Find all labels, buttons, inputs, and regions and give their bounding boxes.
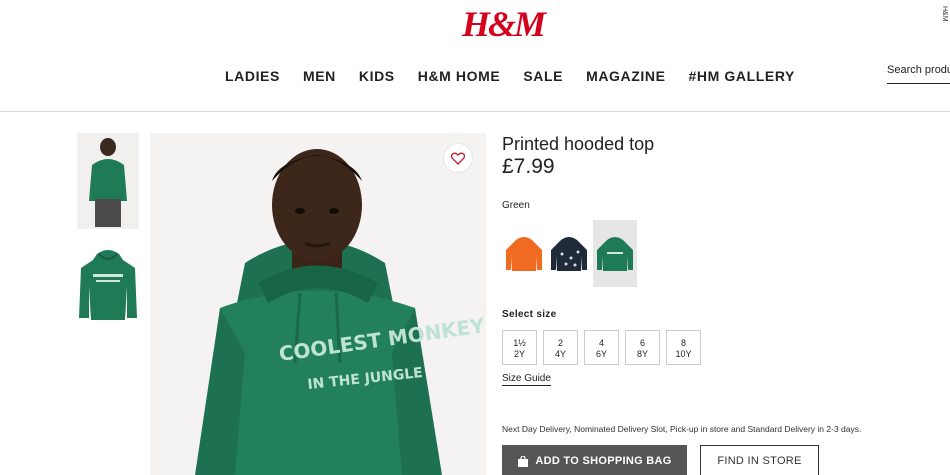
size-years-value: 10Y xyxy=(675,349,692,359)
favorite-button[interactable] xyxy=(443,143,473,173)
nav-ladies[interactable]: LADIES xyxy=(225,68,280,84)
swatch-navy[interactable] xyxy=(547,220,591,287)
header-divider xyxy=(0,111,950,112)
size-years-value: 4Y xyxy=(554,349,566,359)
size-years-value: 6Y xyxy=(595,349,607,359)
nav-men[interactable]: MEN xyxy=(303,68,336,84)
select-size-label: Select size xyxy=(502,309,557,320)
swatch-green-selected[interactable] xyxy=(593,220,637,287)
green-hoodie-swatch-image xyxy=(597,237,633,271)
model-photo: COOLEST MONKEY IN THE JUNGLE xyxy=(150,133,486,475)
nav-hm-home[interactable]: H&M HOME xyxy=(418,68,501,84)
product-title: Printed hooded top xyxy=(502,134,655,154)
search-input[interactable]: Search products xyxy=(887,64,950,84)
product-price: £7.99 xyxy=(502,155,555,178)
corner-watermark: H&M xyxy=(941,6,948,22)
shopping-bag-icon xyxy=(518,455,529,467)
add-to-bag-label: ADD TO SHOPPING BAG xyxy=(535,455,672,467)
model-thumbnail-image xyxy=(77,133,139,229)
size-option-10y[interactable]: 8 10Y xyxy=(666,330,701,365)
orange-hoodie-swatch-image xyxy=(506,237,542,271)
nav-sale[interactable]: SALE xyxy=(523,68,563,84)
size-age-value: 1½ xyxy=(513,338,526,348)
swatch-orange[interactable] xyxy=(502,220,546,287)
nav-kids[interactable]: KIDS xyxy=(359,68,395,84)
hm-logo[interactable]: H&M xyxy=(462,4,546,44)
add-to-bag-button[interactable]: ADD TO SHOPPING BAG xyxy=(502,445,687,475)
size-age-value: 2 xyxy=(557,338,563,348)
thumbnail-hoodie[interactable] xyxy=(77,246,139,326)
size-years-value: 2Y xyxy=(513,349,525,359)
size-option-6y[interactable]: 4 6Y xyxy=(584,330,619,365)
size-option-2y[interactable]: 1½ 2Y xyxy=(502,330,537,365)
size-age-value: 4 xyxy=(598,338,604,348)
find-in-store-button[interactable]: FIND IN STORE xyxy=(700,445,819,475)
delivery-info: Next Day Delivery, Nominated Delivery Sl… xyxy=(502,424,862,434)
size-guide-link[interactable]: Size Guide xyxy=(502,373,551,386)
main-nav: LADIES MEN KIDS H&M HOME SALE MAGAZINE #… xyxy=(225,68,818,84)
heart-icon xyxy=(451,152,465,165)
size-option-4y[interactable]: 2 4Y xyxy=(543,330,578,365)
size-age-value: 6 xyxy=(639,338,645,348)
size-option-8y[interactable]: 6 8Y xyxy=(625,330,660,365)
selected-color-label: Green xyxy=(502,200,530,211)
nav-magazine[interactable]: MAGAZINE xyxy=(586,68,665,84)
navy-hoodie-swatch-image xyxy=(551,237,587,271)
size-age-value: 8 xyxy=(680,338,686,348)
size-years-value: 8Y xyxy=(636,349,648,359)
product-main-image: COOLEST MONKEY IN THE JUNGLE xyxy=(150,133,486,475)
thumbnail-model[interactable] xyxy=(77,133,139,229)
hoodie-thumbnail-image xyxy=(79,250,137,320)
nav-hm-gallery[interactable]: #HM GALLERY xyxy=(689,68,795,84)
